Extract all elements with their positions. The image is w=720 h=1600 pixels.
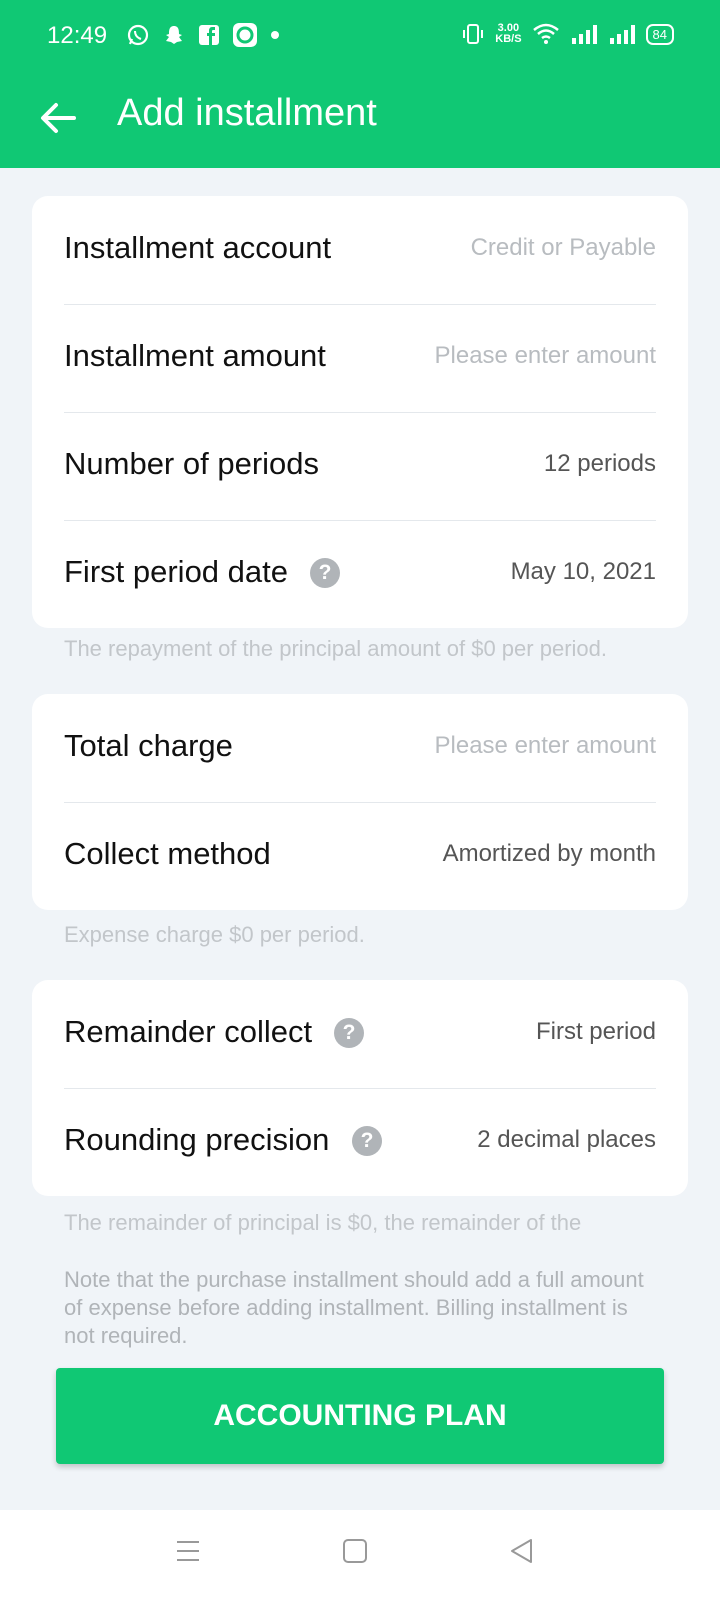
installment-account-row[interactable]: Installment account Credit or Payable: [32, 196, 688, 304]
row-label: Rounding precision: [64, 1122, 330, 1157]
app-notification-icon: [233, 23, 257, 47]
row-value: 12 periods: [543, 450, 656, 477]
remainder-collect-row[interactable]: Remainder collect ? First period: [32, 980, 688, 1088]
menu-icon[interactable]: [174, 1537, 202, 1565]
footer-note: Note that the purchase installment shoul…: [64, 1267, 644, 1348]
charge-card: Total charge Please enter amount Collect…: [32, 694, 688, 910]
help-icon[interactable]: ?: [352, 1126, 382, 1156]
principal-note: The repayment of the principal amount of…: [64, 636, 607, 661]
system-nav-bar: [0, 1510, 720, 1600]
first-period-date-row[interactable]: First period date ? May 10, 2021: [32, 520, 688, 628]
page-title: Add installment: [117, 92, 377, 134]
battery-icon: 84: [645, 23, 674, 45]
installment-card: Installment account Credit or Payable In…: [32, 196, 688, 628]
whatsapp-icon: [127, 24, 149, 46]
total-charge-row[interactable]: Total charge Please enter amount: [32, 694, 688, 802]
row-label: Remainder collect: [64, 1014, 313, 1049]
status-time: 12:49: [47, 22, 108, 49]
home-square-icon[interactable]: [342, 1537, 368, 1565]
row-label: First period date: [64, 554, 288, 589]
row-value: May 10, 2021: [510, 558, 656, 585]
remainder-card: Remainder collect ? First period Roundin…: [32, 980, 688, 1196]
help-icon[interactable]: ?: [310, 558, 340, 588]
row-value: 2 decimal places: [477, 1126, 656, 1153]
help-icon[interactable]: ?: [334, 1018, 364, 1048]
row-label: Number of periods: [64, 446, 320, 481]
app-bar: Add installment: [0, 72, 720, 168]
wifi-icon: [532, 23, 559, 44]
signal-icon: [571, 25, 597, 44]
accounting-plan-button[interactable]: ACCOUNTING PLAN: [56, 1368, 664, 1464]
snapchat-icon: [166, 26, 182, 44]
row-label: Total charge: [64, 728, 233, 763]
dot-icon: [271, 31, 279, 39]
amount-input[interactable]: Please enter amount: [435, 342, 656, 370]
row-value: Credit or Payable: [470, 234, 656, 261]
collect-method-row[interactable]: Collect method Amortized by month: [32, 802, 688, 910]
row-label: Installment amount: [64, 338, 326, 373]
network-speed: 3.00 KB/S: [495, 22, 522, 45]
charge-input[interactable]: Please enter amount: [435, 732, 656, 760]
expense-note: Expense charge $0 per period.: [64, 922, 365, 947]
arrow-left-icon[interactable]: [36, 96, 80, 140]
row-value: First period: [535, 1018, 656, 1045]
row-label: Collect method: [64, 836, 271, 871]
row-value: Amortized by month: [442, 840, 656, 867]
installment-amount-row[interactable]: Installment amount Please enter amount: [32, 304, 688, 412]
row-label: Installment account: [64, 230, 332, 265]
signal-icon: [609, 25, 635, 44]
rounding-precision-row[interactable]: Rounding precision ? 2 decimal places: [32, 1088, 688, 1196]
vibrate-icon: [463, 24, 484, 44]
status-bar: 12:49 3.00 KB/S 84: [0, 0, 720, 72]
remainder-note: The remainder of principal is $0, the re…: [64, 1210, 582, 1235]
facebook-icon: [199, 25, 219, 45]
number-of-periods-row[interactable]: Number of periods 12 periods: [32, 412, 688, 520]
back-triangle-icon[interactable]: [508, 1537, 536, 1565]
